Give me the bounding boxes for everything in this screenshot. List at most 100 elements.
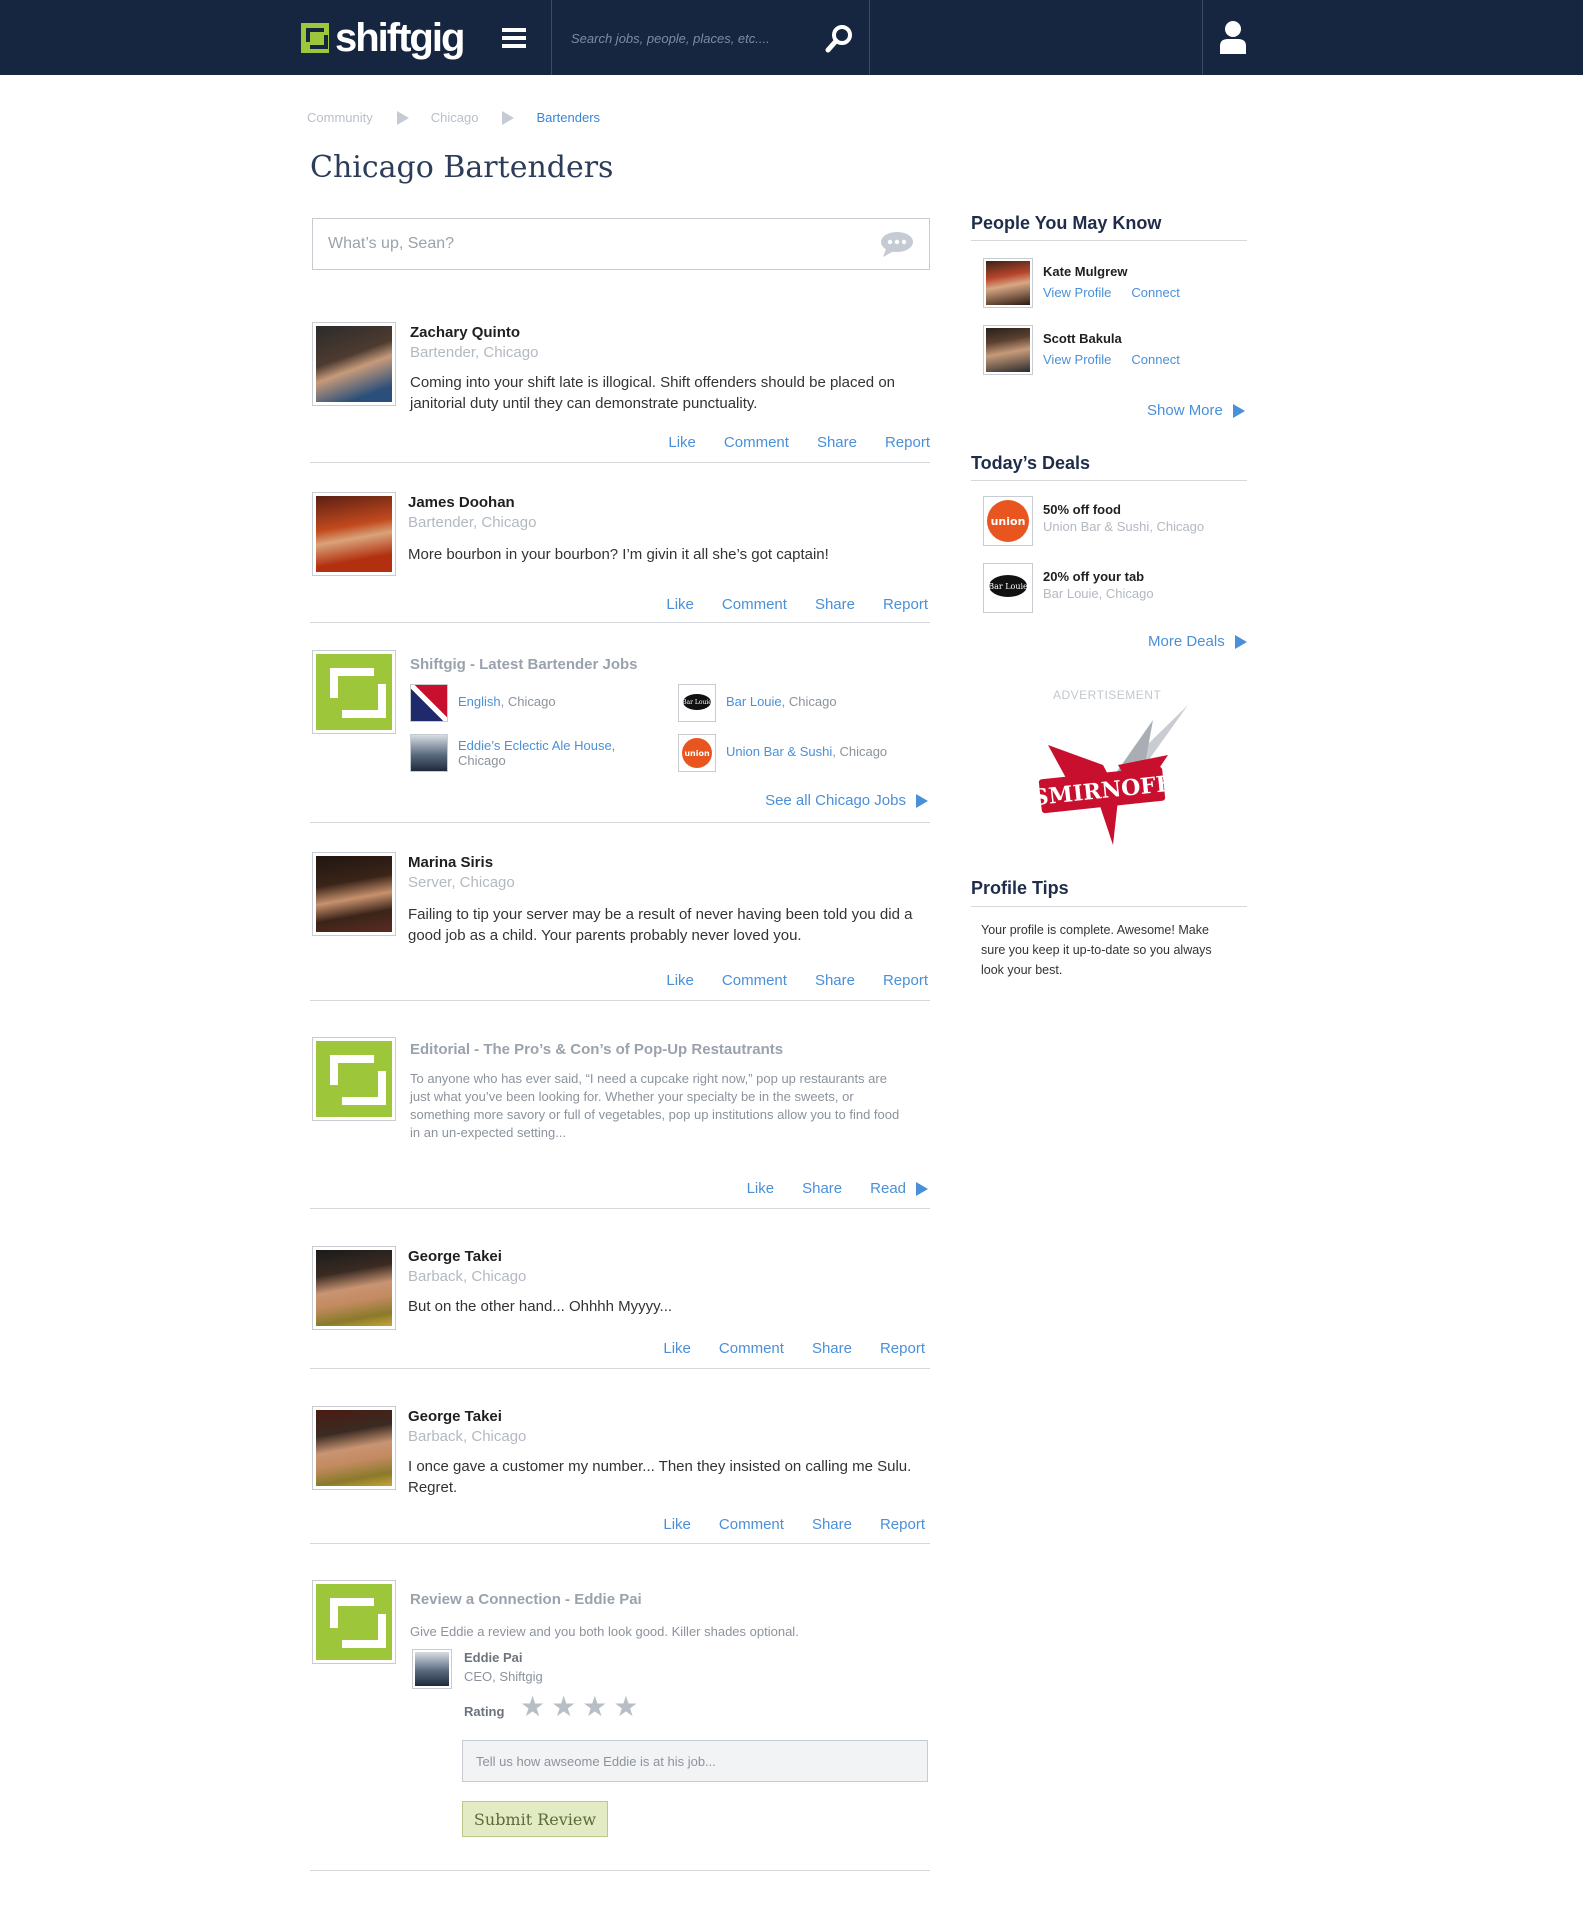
review-card: Review a Connection - Eddie Pai Give Edd… xyxy=(310,1580,930,1840)
job-item[interactable]: Bar Louie Bar Louie, Chicago xyxy=(678,684,837,722)
breadcrumb: Community Chicago Bartenders xyxy=(307,110,600,125)
user-icon[interactable] xyxy=(1218,20,1248,54)
job-city: , Chicago xyxy=(832,744,888,759)
show-more-link[interactable]: Show More xyxy=(1147,402,1245,419)
view-profile-link[interactable]: View Profile xyxy=(1043,352,1111,367)
feed-divider xyxy=(310,822,930,823)
connect-link[interactable]: Connect xyxy=(1131,285,1179,300)
post-author[interactable]: George Takei xyxy=(408,1248,502,1265)
feed-post: James Doohan Bartender, Chicago More bou… xyxy=(310,492,930,622)
breadcrumb-bartenders[interactable]: Bartenders xyxy=(536,110,600,125)
job-item[interactable]: union Union Bar & Sushi, Chicago xyxy=(678,734,887,772)
like-button[interactable]: Like xyxy=(668,434,696,451)
profile-tips-heading: Profile Tips xyxy=(971,878,1069,898)
job-place-link[interactable]: Bar Louie xyxy=(726,694,782,709)
feed-divider xyxy=(310,1208,930,1209)
comment-button[interactable]: Comment xyxy=(719,1516,784,1533)
search-icon[interactable] xyxy=(824,24,854,54)
avatar[interactable] xyxy=(312,492,396,576)
smirnoff-advertisement[interactable]: SMIRNOFF xyxy=(1018,705,1204,850)
report-button[interactable]: Report xyxy=(880,1516,925,1533)
feed-divider xyxy=(310,1543,930,1544)
svg-text:Bar Louie: Bar Louie xyxy=(988,582,1028,591)
more-deals-link[interactable]: More Deals xyxy=(1148,633,1247,650)
editorial-title[interactable]: Editorial - The Pro’s & Con’s of Pop-Up … xyxy=(410,1041,783,1058)
star-icon[interactable]: ★ xyxy=(582,1690,607,1723)
person-name[interactable]: Scott Bakula xyxy=(1043,331,1180,346)
share-button[interactable]: Share xyxy=(802,1180,842,1197)
job-item[interactable]: English, Chicago xyxy=(410,684,556,722)
bar-louie-logo: Bar Louie xyxy=(983,563,1033,613)
reviewee-avatar[interactable] xyxy=(412,1649,452,1689)
post-author[interactable]: Zachary Quinto xyxy=(410,324,520,341)
sidebar-divider xyxy=(971,906,1247,907)
comment-button[interactable]: Comment xyxy=(722,596,787,613)
breadcrumb-arrow-icon xyxy=(502,110,515,125)
job-place-link[interactable]: English xyxy=(458,694,501,709)
share-button[interactable]: Share xyxy=(812,1340,852,1357)
deal-item[interactable]: union 50% off food Union Bar & Sushi, Ch… xyxy=(983,496,1204,546)
menu-icon[interactable] xyxy=(502,28,526,48)
avatar[interactable] xyxy=(312,852,396,936)
post-text: More bourbon in your bourbon? I’m givin … xyxy=(408,546,829,563)
share-button[interactable]: Share xyxy=(817,434,857,451)
chat-bubble-icon[interactable] xyxy=(880,231,914,257)
post-actions: Like Comment Share Report xyxy=(666,596,928,613)
post-author[interactable]: Marina Siris xyxy=(408,854,493,871)
post-author-role: Bartender, Chicago xyxy=(408,514,537,531)
shiftgig-avatar-icon xyxy=(312,650,396,734)
job-city: , Chicago xyxy=(781,694,837,709)
people-you-may-know-heading: People You May Know xyxy=(971,213,1162,233)
like-button[interactable]: Like xyxy=(663,1340,691,1357)
more-deals-label: More Deals xyxy=(1148,633,1225,650)
person-avatar[interactable] xyxy=(983,258,1033,308)
report-button[interactable]: Report xyxy=(880,1340,925,1357)
star-icon[interactable]: ★ xyxy=(551,1690,576,1723)
shiftgig-logo[interactable]: shiftgig xyxy=(301,15,465,60)
view-profile-link[interactable]: View Profile xyxy=(1043,285,1111,300)
avatar[interactable] xyxy=(312,322,396,406)
star-icon[interactable]: ★ xyxy=(520,1690,545,1723)
reviewee-name[interactable]: Eddie Pai xyxy=(464,1650,523,1665)
like-button[interactable]: Like xyxy=(666,596,694,613)
review-textfield[interactable] xyxy=(462,1740,928,1782)
like-button[interactable]: Like xyxy=(747,1180,775,1197)
person-name[interactable]: Kate Mulgrew xyxy=(1043,264,1180,279)
person-avatar[interactable] xyxy=(983,325,1033,375)
avatar[interactable] xyxy=(312,1406,396,1490)
comment-button[interactable]: Comment xyxy=(722,972,787,989)
connect-link[interactable]: Connect xyxy=(1131,352,1179,367)
share-button[interactable]: Share xyxy=(815,596,855,613)
breadcrumb-community[interactable]: Community xyxy=(307,110,373,125)
search-input[interactable] xyxy=(555,22,805,54)
star-icon[interactable]: ★ xyxy=(613,1690,638,1723)
read-button[interactable]: Read xyxy=(870,1180,928,1197)
job-place-link[interactable]: Union Bar & Sushi xyxy=(726,744,832,759)
post-actions: Like Comment Share Report xyxy=(663,1516,925,1533)
eddies-ale-house-logo xyxy=(410,734,448,772)
submit-review-button[interactable]: Submit Review xyxy=(462,1801,608,1837)
job-place-link[interactable]: Eddie’s Eclectic Ale House, xyxy=(458,738,615,753)
brand-name: shiftgig xyxy=(335,15,465,60)
comment-button[interactable]: Comment xyxy=(719,1340,784,1357)
avatar[interactable] xyxy=(312,1246,396,1330)
breadcrumb-chicago[interactable]: Chicago xyxy=(431,110,479,125)
post-author[interactable]: James Doohan xyxy=(408,494,515,511)
like-button[interactable]: Like xyxy=(663,1516,691,1533)
status-input[interactable] xyxy=(313,219,929,269)
report-button[interactable]: Report xyxy=(883,596,928,613)
feed-divider xyxy=(310,1000,930,1001)
share-button[interactable]: Share xyxy=(812,1516,852,1533)
job-item[interactable]: Eddie’s Eclectic Ale House, Chicago xyxy=(410,734,615,772)
navbar-divider xyxy=(869,0,870,75)
advertisement-label: ADVERTISEMENT xyxy=(1053,688,1162,702)
share-button[interactable]: Share xyxy=(815,972,855,989)
see-all-jobs-link[interactable]: See all Chicago Jobs xyxy=(765,792,928,809)
report-button[interactable]: Report xyxy=(883,972,928,989)
report-button[interactable]: Report xyxy=(885,434,930,451)
deal-item[interactable]: Bar Louie 20% off your tab Bar Louie, Ch… xyxy=(983,563,1154,613)
shiftgig-avatar-icon xyxy=(312,1037,396,1121)
like-button[interactable]: Like xyxy=(666,972,694,989)
post-author[interactable]: George Takei xyxy=(408,1408,502,1425)
comment-button[interactable]: Comment xyxy=(724,434,789,451)
